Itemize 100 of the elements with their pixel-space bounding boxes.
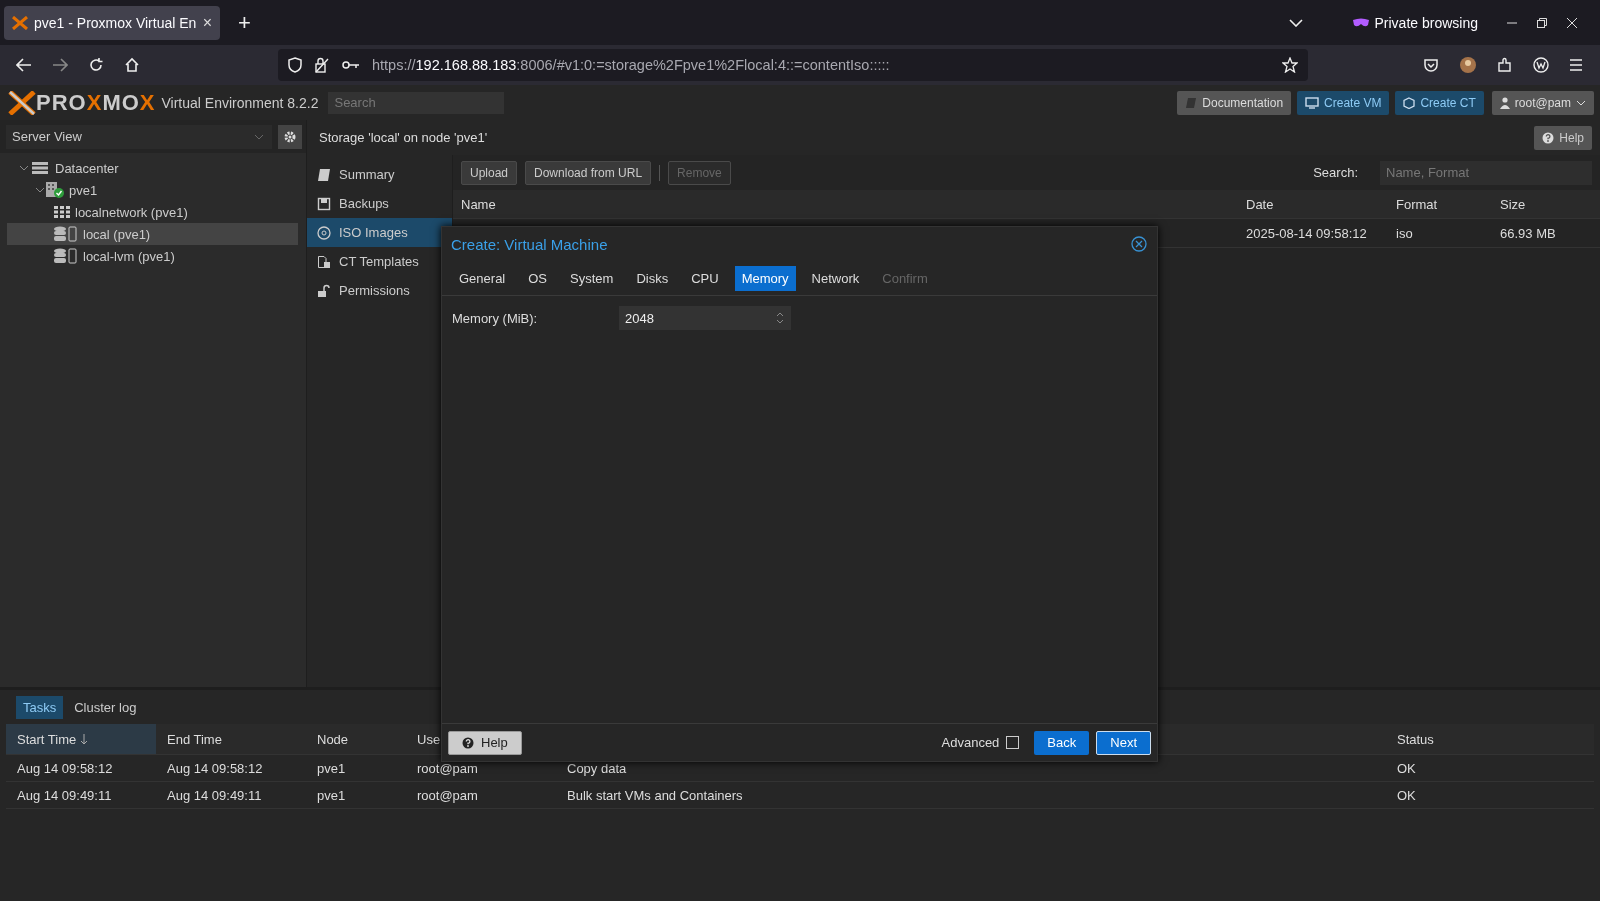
profile-icon[interactable] — [1459, 56, 1477, 74]
column-header[interactable]: Status — [1386, 724, 1594, 754]
toolbar-button[interactable]: Upload — [461, 160, 518, 185]
create-ct-button[interactable]: Create CT — [1395, 90, 1484, 115]
settings-button[interactable] — [278, 124, 302, 149]
table-cell-text: 66.93 MB — [1499, 225, 1557, 241]
tab-title: pve1 - Proxmox Virtual En — [34, 14, 197, 31]
home-icon[interactable] — [124, 57, 140, 73]
create-vm-button[interactable]: Create VM — [1297, 90, 1390, 115]
help-icon — [1542, 131, 1555, 144]
table-cell-text: Aug 14 09:49:11 — [166, 786, 263, 805]
table-cell-text: pve1 — [316, 786, 347, 805]
chevron-down-icon — [1576, 99, 1586, 106]
dialog-title: Create: Virtual Machine — [451, 235, 608, 253]
storage-icon — [53, 226, 79, 242]
nav-item[interactable]: ISO Images — [307, 218, 452, 247]
menu-icon[interactable] — [1569, 59, 1583, 71]
x-logo-icon — [8, 90, 36, 115]
wizard-tab[interactable]: System — [563, 265, 621, 291]
wizard-tab[interactable]: General — [452, 265, 513, 291]
unlock-icon — [317, 283, 331, 298]
star-icon[interactable] — [1282, 57, 1298, 73]
panel-tab[interactable]: Tasks — [16, 695, 64, 719]
logo-text: PROXMOX — [36, 89, 156, 116]
version-label: Virtual Environment 8.2.2 — [161, 94, 319, 111]
toolbar-button[interactable]: Download from URL — [525, 160, 652, 185]
url-text: https://192.168.88.183:8006/#v1:0:=storage%2Fpve1%2Flocal:4::=contentIso::::: — [372, 57, 890, 73]
table-cell-text: 2025-08-14 09:58:12 — [1245, 225, 1368, 241]
table-cell-text: Aug 14 09:49:11 — [16, 786, 113, 805]
reload-icon[interactable] — [88, 57, 104, 73]
table-cell-text: root@pam — [416, 759, 479, 778]
memory-input[interactable]: 2048 — [619, 306, 791, 330]
user-icon — [1499, 96, 1510, 109]
wizard-tab[interactable]: Disks — [629, 265, 676, 291]
wizard-tab[interactable]: OS — [521, 265, 555, 291]
tree-item[interactable]: Datacenter — [7, 157, 298, 179]
expand-caret-icon[interactable] — [35, 186, 45, 194]
tree-item[interactable]: local (pve1) — [7, 223, 298, 245]
template-icon — [317, 254, 331, 269]
column-header[interactable]: Start Time — [6, 724, 156, 754]
mask-icon — [1352, 17, 1369, 28]
browser-tab[interactable]: pve1 - Proxmox Virtual En × — [4, 5, 220, 40]
table-cell-text: root@pam — [416, 786, 479, 805]
storage-icon — [53, 248, 79, 264]
column-header[interactable]: Size — [1492, 196, 1588, 212]
wizard-tab[interactable]: Network — [804, 265, 867, 291]
wizard-tab[interactable]: CPU — [684, 265, 726, 291]
gear-icon — [284, 130, 296, 143]
column-header[interactable]: Format — [1388, 196, 1492, 212]
x-logo-icon — [12, 15, 28, 30]
extensions-icon[interactable] — [1497, 57, 1513, 73]
help-button[interactable]: Help — [448, 730, 522, 755]
nav-item[interactable]: Summary — [307, 160, 452, 189]
key-icon — [342, 60, 360, 70]
search-label: Search: — [1313, 165, 1358, 180]
private-browsing-label: Private browsing — [1374, 14, 1478, 31]
tree-item[interactable]: local-lvm (pve1) — [7, 245, 298, 267]
chevron-down-icon — [254, 133, 264, 140]
table-cell-text: Aug 14 09:58:12 — [166, 759, 264, 778]
column-header[interactable]: Date — [1238, 196, 1388, 212]
nav-item[interactable]: Backups — [307, 189, 452, 218]
nav-item[interactable]: Permissions — [307, 276, 452, 305]
expand-caret-icon[interactable] — [19, 164, 29, 172]
search-field[interactable]: Search — [328, 91, 505, 114]
advanced-checkbox[interactable] — [1006, 736, 1020, 749]
column-header[interactable]: Node — [306, 724, 406, 754]
restore-icon[interactable] — [1536, 16, 1548, 29]
view-selector[interactable]: Server View — [6, 124, 272, 149]
pocket-icon[interactable] — [1423, 57, 1439, 73]
chevron-down-icon[interactable] — [1288, 18, 1303, 27]
table-cell-text: Bulk start VMs and Containers — [566, 786, 744, 805]
server-rack-icon — [31, 161, 49, 175]
circle-w-icon[interactable] — [1533, 57, 1549, 73]
cube-icon — [1403, 96, 1416, 109]
user-menu-button[interactable]: root@pam — [1491, 90, 1594, 115]
panel-tab[interactable]: Cluster log — [67, 695, 144, 719]
next-button[interactable]: Next — [1096, 730, 1151, 755]
back-arrow-icon[interactable] — [16, 58, 32, 72]
nav-item[interactable]: CT Templates — [307, 247, 452, 276]
documentation-button[interactable]: Documentation — [1177, 90, 1292, 115]
new-tab-button[interactable]: + — [238, 9, 251, 36]
floppy-icon — [317, 196, 331, 211]
tree-item[interactable]: localnetwork (pve1) — [7, 201, 298, 223]
monitor-icon — [1305, 96, 1320, 109]
lock-warning-icon — [314, 57, 330, 73]
back-button[interactable]: Back — [1034, 730, 1090, 755]
spinner-arrows-icon[interactable] — [775, 311, 785, 325]
tree-item[interactable]: pve1 — [7, 179, 298, 201]
advanced-label: Advanced — [941, 735, 1000, 750]
forward-arrow-icon[interactable] — [52, 58, 68, 72]
close-tab-button[interactable]: × — [202, 13, 212, 32]
column-header[interactable]: Name — [453, 196, 1238, 212]
column-header[interactable]: End Time — [156, 724, 306, 754]
server-online-icon — [45, 181, 65, 199]
wizard-tab[interactable]: Memory — [734, 265, 796, 291]
help-button[interactable]: Help — [1534, 125, 1592, 150]
sort-arrow-icon — [80, 733, 89, 745]
search-field[interactable]: Name, Format — [1380, 160, 1592, 185]
address-bar[interactable]: https://192.168.88.183:8006/#v1:0:=storage%2Fpve1%2Flocal:4::=contentIso::::: — [278, 49, 1308, 81]
table-cell-text: Aug 14 09:58:12 — [16, 759, 114, 778]
